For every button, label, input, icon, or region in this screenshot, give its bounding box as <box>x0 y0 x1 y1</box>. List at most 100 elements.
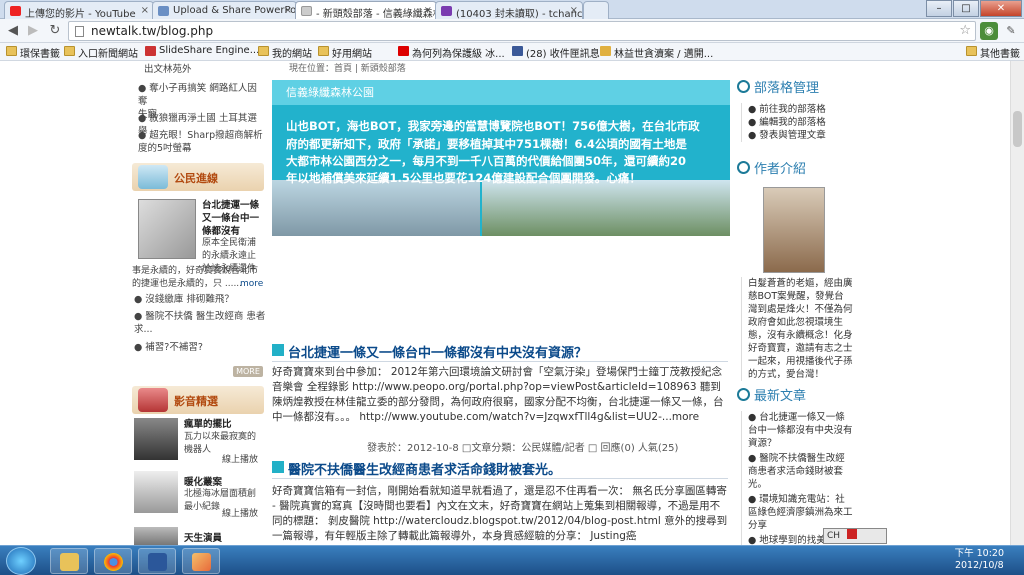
star-icon[interactable]: ☆ <box>959 22 971 40</box>
latest-posts-list: ● 台北捷運一條又一條台中一條都沒有中央沒有資源？ ● 醫院不扶僑醫生改經商患者… <box>741 411 853 545</box>
browser-toolbar: ◀ ▶ ↻ newtalk.tw/blog.php ☆ ◉ ✎ <box>0 19 1024 43</box>
link-manage-posts[interactable]: ● 發表與管理文章 <box>748 129 853 142</box>
minimize-button[interactable]: – <box>926 0 952 17</box>
bookmark-item[interactable]: 好用網站 <box>318 45 372 60</box>
tab-label: - 新頭殼部落 - 信義綠纖森林 <box>316 9 437 19</box>
tab-label: (10403 封未讀取) - tchanc <box>456 9 583 19</box>
bookmark-label: 其他書籤 <box>980 49 1020 60</box>
link-edit-blog[interactable]: ● 編輯我的部落格 <box>748 116 853 129</box>
more-link[interactable]: more <box>240 278 263 291</box>
bookmark-item[interactable]: 為何列為保護級 冰... <box>398 45 505 60</box>
scrollbar[interactable] <box>1010 61 1024 545</box>
latest-post-item[interactable]: ● 台北捷運一條又一條台中一條都沒有中央沒有資源？ <box>748 411 853 450</box>
video-title[interactable]: 瘋單的擺比 <box>184 418 232 431</box>
tab-newtalk[interactable]: - 新頭殼部落 - 信義綠纖森林 × <box>295 1 437 19</box>
bookmark-item[interactable]: (28) 收件匣訊息 <box>512 45 600 60</box>
close-icon[interactable]: × <box>284 5 292 16</box>
new-tab-button[interactable] <box>583 1 609 19</box>
video-thumbnail[interactable] <box>134 471 178 513</box>
list-item[interactable]: ● 超充眼！Sharp撥超商解析 度的5吋螢幕 <box>138 129 266 155</box>
tab-yahoo-mail[interactable]: (10403 封未讀取) - tchanc × <box>435 1 583 19</box>
circle-icon <box>737 388 750 401</box>
latest-post-item[interactable]: ● 環境知識充電站：社區綠色經濟廖鎮洲為來工分享 <box>748 493 853 532</box>
tab-label: 上傳您的影片 - YouTube <box>25 9 136 19</box>
section-title: 作者介紹 <box>754 162 807 177</box>
latest-post-item[interactable]: ● 醫院不扶僑醫生改經商患者求活命錢財被套光。 <box>748 452 853 491</box>
post-icon <box>272 344 284 356</box>
clock-date: 2012/10/8 <box>954 560 1004 571</box>
main-column: 現在位置：首頁 | 新頭殼部落 信義綠纖森林公園 山也BOT，海也BOT，我家旁… <box>269 61 731 545</box>
word-icon <box>148 553 167 571</box>
list-item[interactable]: ● 補習?不補習? <box>134 341 203 354</box>
ime-mode-icon[interactable] <box>846 529 857 539</box>
banner-text: 年以地補償美來延續1.5公里也要花124億建設配合個團開發。心痛！ <box>286 171 641 185</box>
bookmark-item[interactable]: 林益世貪瀆案 / 邁開... <box>600 45 713 60</box>
scrollbar-thumb[interactable] <box>1013 111 1022 147</box>
back-icon[interactable]: ◀ <box>4 22 22 40</box>
yahoo-icon <box>441 6 452 16</box>
bookmark-item[interactable]: 我的網站 <box>258 45 312 60</box>
system-clock[interactable]: 下午 10:20 2012/10/8 <box>955 548 1004 572</box>
extension-icon[interactable]: ◉ <box>980 22 998 40</box>
post-title-text[interactable]: 台北捷運一條又一條台中一條都沒有中央沒有資源？ <box>288 346 587 361</box>
maximize-button[interactable]: □ <box>953 0 979 17</box>
play-link[interactable]: 線上播放 <box>222 508 258 521</box>
breadcrumb: 現在位置：首頁 | 新頭殼部落 <box>289 64 406 74</box>
taskbar-chrome[interactable] <box>94 548 132 574</box>
post-title[interactable]: 台北捷運一條又一條台中一條都沒有中央沒有資源？ <box>272 342 587 361</box>
bookmark-item[interactable]: 環保書籤 <box>6 45 60 60</box>
author-bio: 白髮蒼蒼的老嫗，經由廣慈BOT案覺醒，發覺台灣到處是烽火！不僅為何政府會如此忽視… <box>741 277 853 381</box>
paint-icon <box>192 553 211 571</box>
folder-icon <box>6 46 17 56</box>
more-button[interactable]: MORE <box>233 366 263 377</box>
section-title: 影音精選 <box>174 395 218 408</box>
post-title-text[interactable]: 醫院不扶僑醫生改經商患者求活命錢財被套光。 <box>288 463 561 478</box>
ime-toolbar[interactable]: CH <box>823 528 887 544</box>
list-item[interactable]: ● 醫院不扶僑 醫生改經商 患者 求... <box>134 310 268 336</box>
page-content: 出文林苑外 ● 奪小子再搞笑 網路紅人因奪 失寵 ● 敘狼獵再淨土國 土耳其選舉… <box>0 61 1024 545</box>
tab-slideshare[interactable]: Upload & Share PowerPo × <box>152 1 297 19</box>
list-item[interactable]: ● 沒錢繳庫 排砌難飛？ <box>134 293 234 306</box>
banner-text: 府的都更新知下，政府「承諾」要移植掉其中751棵樹！6.4公頃的國有土地是 <box>286 137 687 151</box>
post-title[interactable]: 醫院不扶僑醫生改經商患者求活命錢財被套光。 <box>272 459 561 478</box>
blog-management-list: ● 前往我的部落格 ● 編輯我的部落格 ● 發表與管理文章 <box>741 103 853 142</box>
list-item[interactable]: 出文林苑外 <box>144 63 192 76</box>
tab-youtube[interactable]: 上傳您的影片 - YouTube × <box>4 1 154 19</box>
post-body: 好奇寶寶信箱有一封信，剛開始看就知道早就看過了，還是忍不住再看一次： 無名氏分享… <box>272 485 728 542</box>
banner-title: 信義綠纖森林公園 <box>272 80 730 105</box>
section-title: 部落格管理 <box>754 81 820 96</box>
feature-title[interactable]: 台北捷運一條 又一條台中一 條都沒有 <box>202 199 268 238</box>
close-icon[interactable]: × <box>424 5 432 16</box>
wrench-icon[interactable]: ✎ <box>1002 22 1020 40</box>
author-avatar <box>763 187 825 273</box>
address-bar[interactable]: newtalk.tw/blog.php ☆ <box>68 21 976 41</box>
article-thumbnail[interactable] <box>138 199 196 259</box>
circle-icon <box>737 161 750 174</box>
bookmark-item[interactable]: SlideShare Engine... <box>145 45 259 56</box>
video-thumbnail[interactable] <box>134 418 178 460</box>
reload-icon[interactable]: ↻ <box>46 22 64 40</box>
forward-icon[interactable]: ▶ <box>24 22 42 40</box>
taskbar-explorer[interactable] <box>50 548 88 574</box>
bookmark-item[interactable]: 其他書籤 <box>966 45 1020 60</box>
bookmark-label: (28) 收件匣訊息 <box>526 49 600 60</box>
close-window-button[interactable]: ✕ <box>980 0 1022 17</box>
facebook-icon <box>512 46 523 56</box>
banner-photo <box>272 180 480 236</box>
close-icon[interactable]: × <box>570 5 578 16</box>
video-title[interactable]: 天生演員 <box>184 532 222 545</box>
taskbar-word[interactable] <box>138 548 176 574</box>
taskbar-paint[interactable] <box>182 548 220 574</box>
bookmark-label: 為何列為保護級 冰... <box>412 49 505 60</box>
link-my-blog[interactable]: ● 前往我的部落格 <box>748 103 853 116</box>
ime-label: CH <box>827 531 841 541</box>
play-link[interactable]: 線上播放 <box>222 454 258 467</box>
start-button[interactable] <box>6 547 36 575</box>
close-icon[interactable]: × <box>141 5 149 16</box>
bookmark-label: SlideShare Engine... <box>159 45 260 56</box>
video-thumbnail[interactable] <box>134 527 178 545</box>
post-meta: 發表於：2012-10-8 □文章分類：公民媒體/記者 □ 回應(0) 人氣(2… <box>367 443 679 454</box>
folder-icon <box>64 46 75 56</box>
bookmark-item[interactable]: 入口新聞網站 <box>64 45 138 60</box>
bookmark-label: 林益世貪瀆案 / 邁開... <box>614 49 714 60</box>
